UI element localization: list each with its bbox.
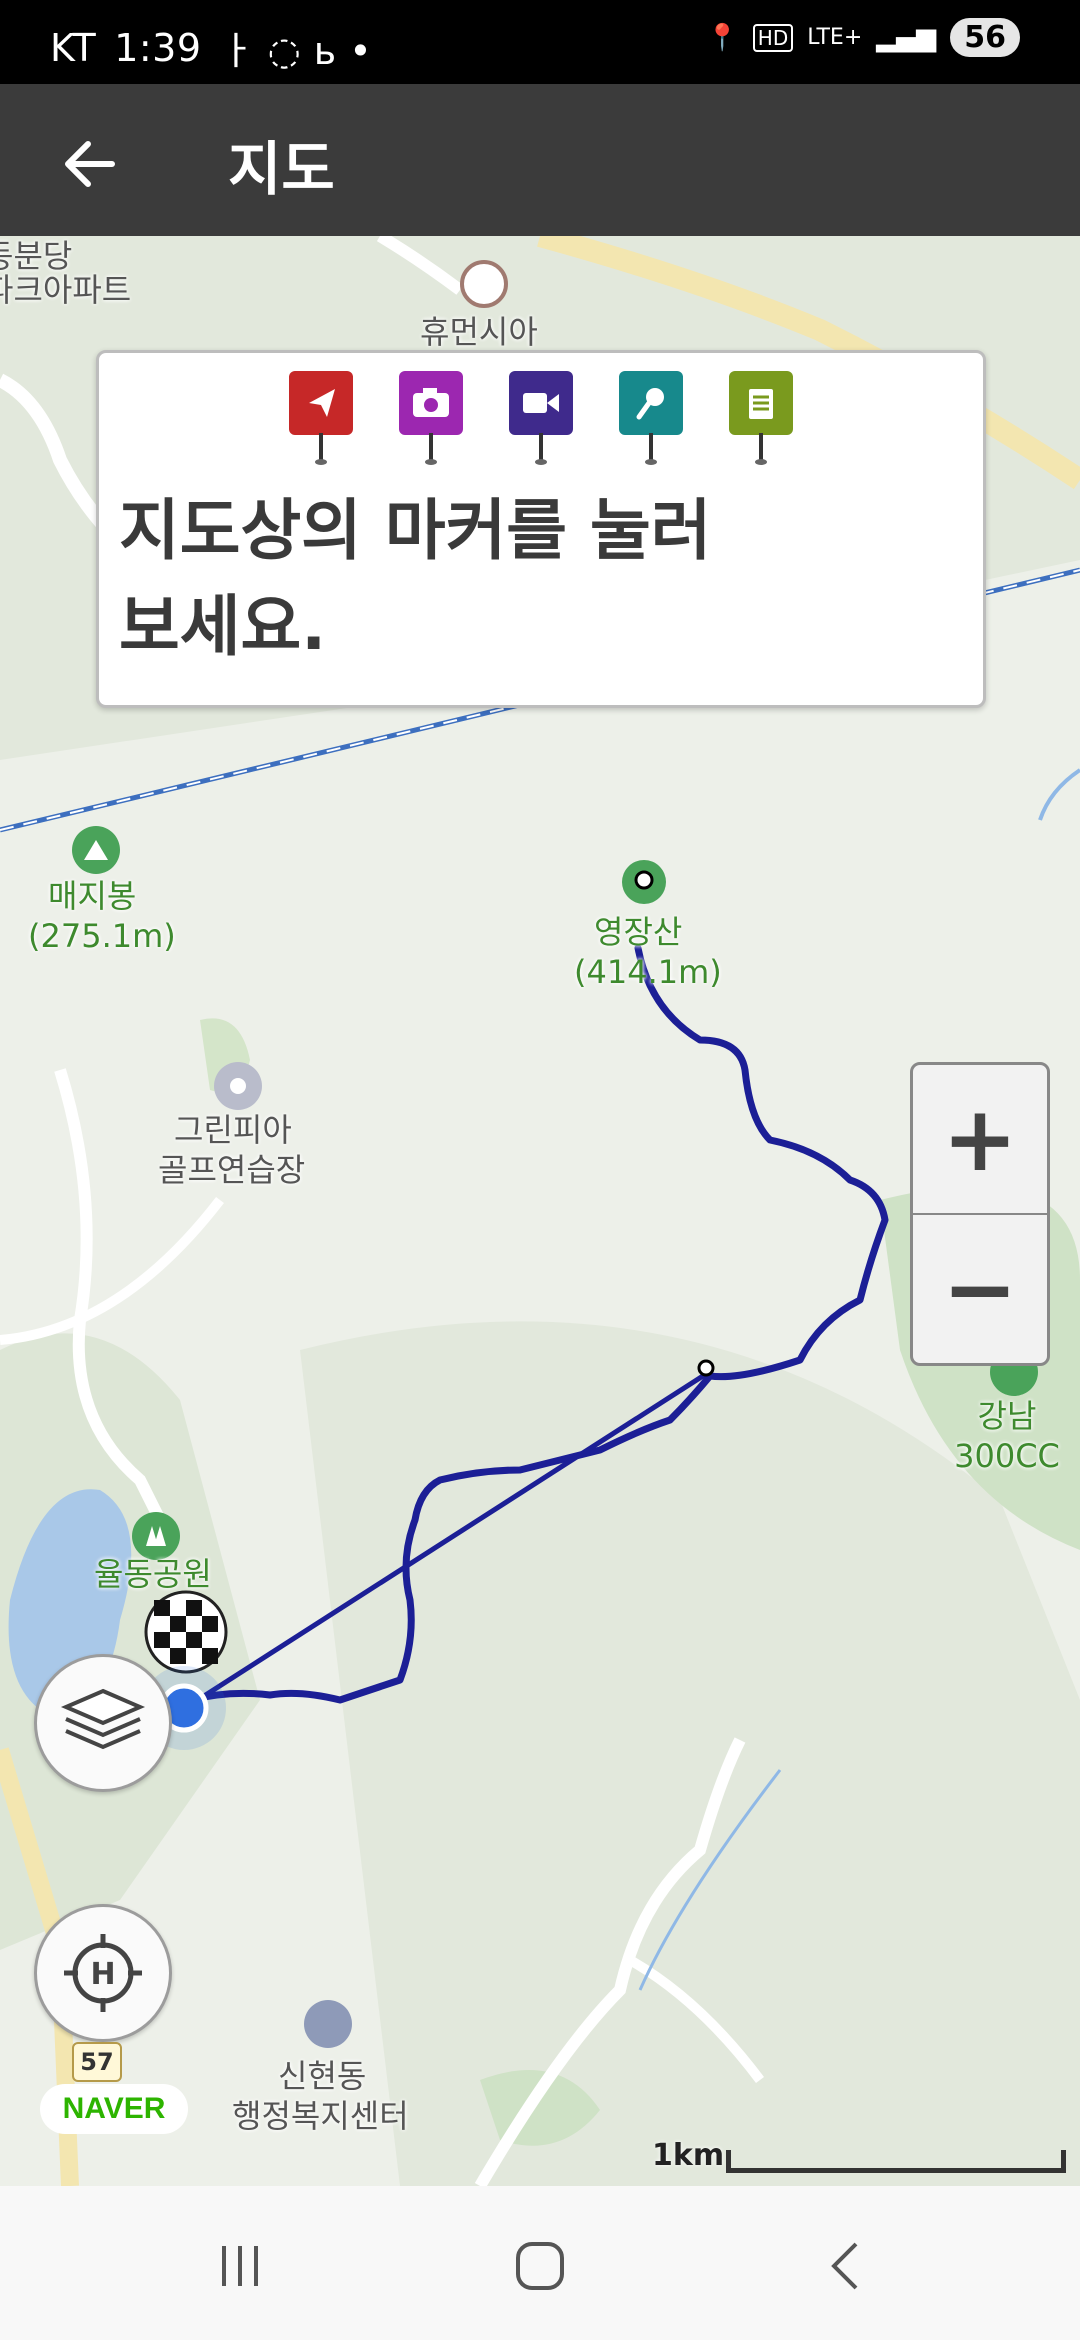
- map-label-humansia: 휴먼시아: [420, 313, 538, 351]
- page-title: 지도: [228, 135, 335, 203]
- svg-text:H: H: [90, 1957, 115, 1992]
- recent-apps-icon: [222, 2246, 258, 2286]
- signal-icon: ▂▄▆: [876, 22, 937, 53]
- zoom-out-button[interactable]: −: [913, 1215, 1047, 1363]
- crosshair-icon: H: [64, 1934, 142, 2012]
- system-nav-bar: [0, 2186, 1080, 2340]
- microphone-icon: [636, 388, 664, 420]
- map-label-admin-center: 행정복지센터: [232, 2097, 409, 2135]
- home-icon: [516, 2242, 564, 2290]
- marker-info-card: 지도상의 마커를 눌러 보세요.: [96, 350, 986, 708]
- app-bar: 지도: [0, 84, 1080, 236]
- status-right: 📍 HD LTE+ ▂▄▆ 56: [706, 18, 1020, 57]
- back-chevron-icon: [831, 2242, 858, 2290]
- recent-apps-button[interactable]: [180, 2226, 300, 2306]
- naver-logo[interactable]: NAVER: [40, 2084, 188, 2134]
- memo-marker: [729, 371, 793, 471]
- map-label-maejibong: 매지봉: [48, 877, 137, 915]
- scale-label: 1km: [652, 2138, 725, 2173]
- recenter-button[interactable]: H: [34, 1904, 172, 2042]
- map-label-park-apt: 파크아파트: [0, 271, 132, 309]
- home-button[interactable]: [480, 2226, 600, 2306]
- map-label-maejibong-elev: (275.1m): [28, 917, 176, 955]
- battery-level: 56: [950, 18, 1020, 57]
- carrier-label: KT: [50, 25, 97, 70]
- card-message: 지도상의 마커를 눌러 보세요.: [119, 492, 712, 665]
- notification-icons: ㅏ ◌ ь •: [219, 29, 373, 73]
- hd-icon: HD: [752, 23, 794, 52]
- road-number-shield: 57: [72, 2042, 122, 2082]
- layers-button[interactable]: [34, 1654, 172, 1792]
- clock: 1:39: [114, 25, 202, 70]
- zoom-control: + −: [910, 1062, 1050, 1366]
- video-camera-icon: [523, 393, 559, 413]
- camera-icon: [413, 388, 449, 417]
- zoom-in-button[interactable]: +: [913, 1065, 1047, 1213]
- map-label-yeongjangsan-elev: (414.1m): [574, 953, 722, 991]
- back-button[interactable]: [50, 124, 130, 204]
- map-label-greenpia: 그린피아: [174, 1111, 292, 1149]
- map-label-gangnam300: 강남300CC: [954, 1397, 1060, 1475]
- marker-legend: [289, 371, 793, 471]
- network-label: LTE+: [807, 25, 863, 50]
- back-arrow-icon: [65, 141, 115, 187]
- location-icon: 📍: [706, 22, 739, 53]
- video-marker: [509, 371, 573, 471]
- map-label-yuldong-park: 율동공원: [94, 1555, 212, 1593]
- layers-icon: [60, 1688, 146, 1750]
- scale-bar: [726, 2150, 1066, 2173]
- back-nav-button[interactable]: [786, 2226, 906, 2306]
- photo-marker: [399, 371, 463, 471]
- notepad-icon: [749, 389, 773, 419]
- navigation-arrow-icon: [309, 389, 335, 417]
- location-marker: [289, 371, 353, 471]
- audio-marker: [619, 371, 683, 471]
- status-left: KT 1:39 ㅏ ◌ ь •: [50, 20, 372, 75]
- map-label-yeongjangsan: 영장산: [594, 913, 683, 951]
- map-label-golf-range: 골프연습장: [158, 1151, 306, 1189]
- map-label-sinhyeon: 신현동: [278, 2057, 367, 2095]
- status-bar: KT 1:39 ㅏ ◌ ь • 📍 HD LTE+ ▂▄▆ 56: [0, 0, 1080, 84]
